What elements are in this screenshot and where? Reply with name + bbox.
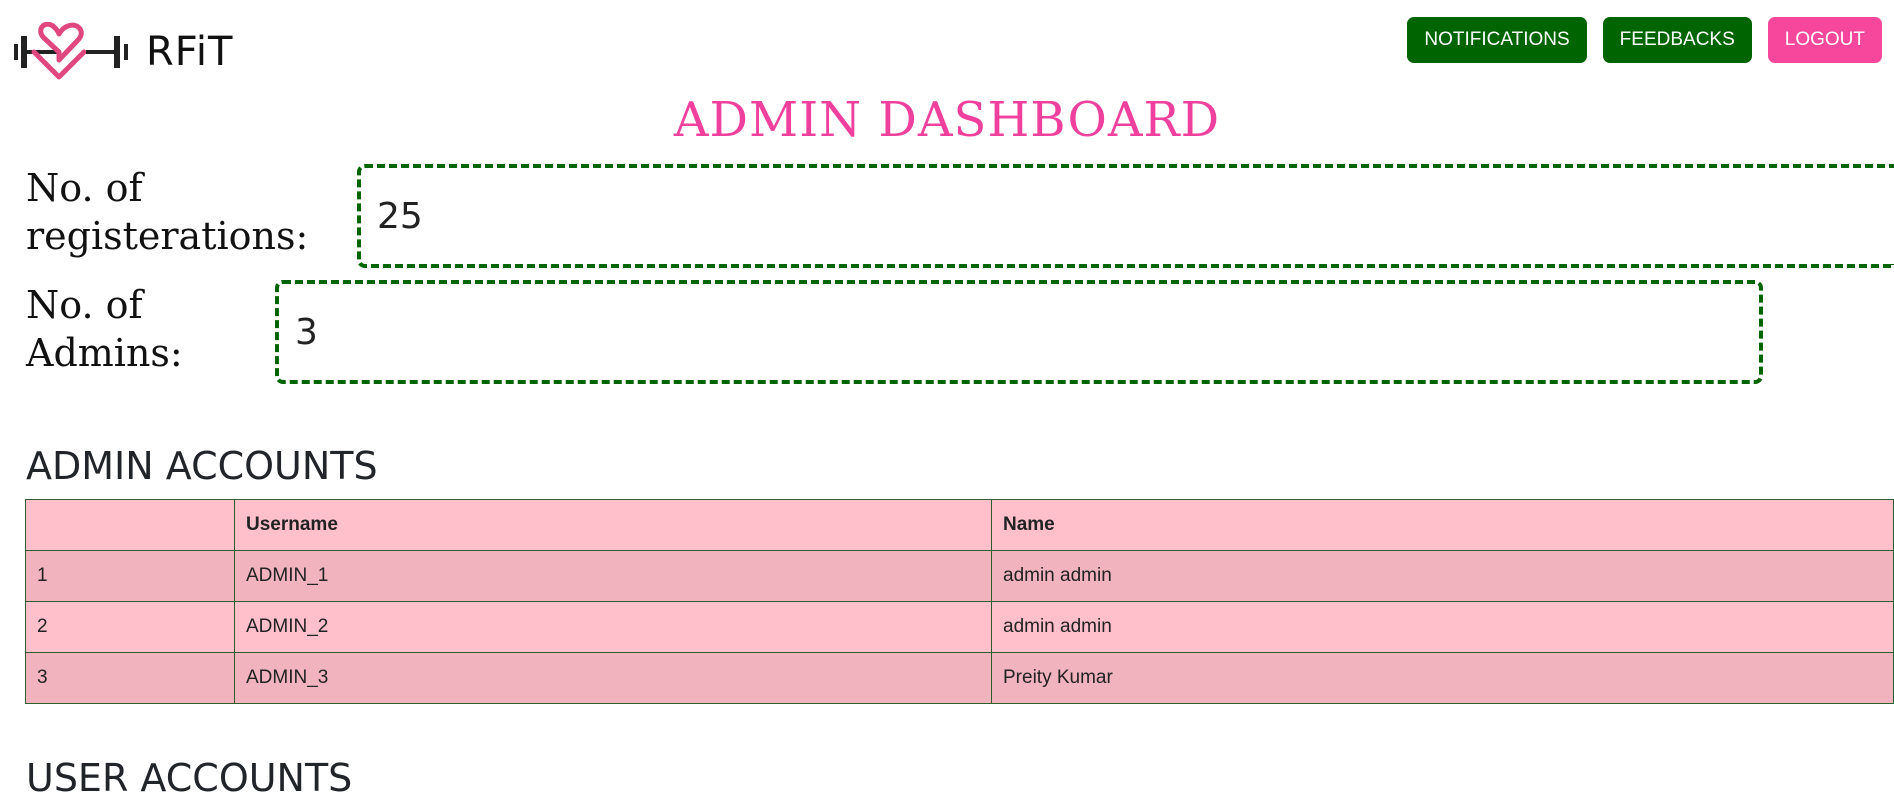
notifications-button[interactable]: NOTIFICATIONS bbox=[1407, 17, 1587, 63]
name-cell: admin admin bbox=[991, 550, 1894, 602]
username-cell: ADMIN_3 bbox=[234, 652, 992, 704]
admin-accounts-table: Username Name 1 ADMIN_1 admin admin 2 AD… bbox=[25, 499, 1894, 704]
brand-name: RFiT bbox=[146, 29, 234, 75]
admins-label: No. of Admins: bbox=[26, 281, 266, 377]
row-index-cell: 2 bbox=[25, 601, 235, 653]
registrations-label: No. of registerations: bbox=[26, 164, 346, 260]
username-cell: ADMIN_2 bbox=[234, 601, 992, 653]
name-cell: admin admin bbox=[991, 601, 1894, 653]
row-index-cell: 1 bbox=[25, 550, 235, 602]
table-row: 2 ADMIN_2 admin admin bbox=[25, 601, 1894, 653]
table-header-row: Username Name bbox=[25, 499, 1894, 551]
logout-button[interactable]: LOGOUT bbox=[1767, 17, 1882, 63]
table-row: 3 ADMIN_3 Preity Kumar bbox=[25, 652, 1894, 704]
top-navbar: RFiT NOTIFICATIONS FEEDBACKS LOGOUT bbox=[0, 0, 1894, 100]
column-header-index bbox=[25, 499, 235, 551]
name-cell: Preity Kumar bbox=[991, 652, 1894, 704]
heart-dumbbell-icon bbox=[14, 22, 128, 80]
brand[interactable]: RFiT bbox=[14, 22, 233, 82]
admins-label-line2: Admins: bbox=[26, 331, 183, 375]
page-title: ADMIN DASHBOARD bbox=[673, 92, 1221, 148]
column-header-name: Name bbox=[991, 499, 1894, 551]
table-row: 1 ADMIN_1 admin admin bbox=[25, 550, 1894, 602]
feedbacks-button[interactable]: FEEDBACKS bbox=[1602, 17, 1752, 63]
admin-dashboard-page: RFiT NOTIFICATIONS FEEDBACKS LOGOUT ADMI… bbox=[0, 0, 1894, 811]
row-index-cell: 3 bbox=[25, 652, 235, 704]
admins-label-line1: No. of bbox=[26, 283, 143, 327]
nav-buttons: NOTIFICATIONS FEEDBACKS LOGOUT bbox=[1407, 17, 1882, 63]
username-cell: ADMIN_1 bbox=[234, 550, 992, 602]
registrations-label-line2: registerations: bbox=[26, 214, 309, 258]
column-header-username: Username bbox=[234, 499, 992, 551]
registrations-label-line1: No. of bbox=[26, 166, 143, 210]
admins-count-box: 3 bbox=[275, 280, 1763, 384]
admins-count: 3 bbox=[295, 311, 318, 353]
registrations-count-box: 25 bbox=[357, 164, 1894, 268]
registrations-count: 25 bbox=[377, 195, 423, 237]
admin-accounts-heading: ADMIN ACCOUNTS bbox=[26, 444, 378, 488]
user-accounts-heading: USER ACCOUNTS bbox=[26, 756, 353, 800]
